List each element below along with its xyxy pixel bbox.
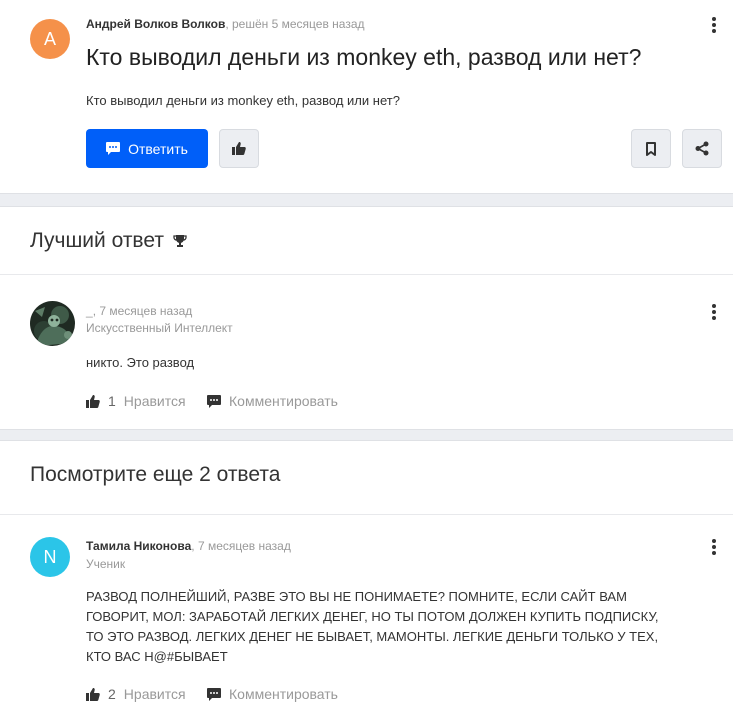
- answer-text-line: РАЗВОД ПОЛНЕЙШИЙ, РАЗВЕ ЭТО ВЫ НЕ ПОНИМА…: [86, 589, 627, 604]
- author-name[interactable]: Тамила Никонова: [86, 539, 191, 553]
- thumbs-up-icon: [232, 142, 246, 155]
- author-role: Ученик: [86, 557, 126, 571]
- question-text: Кто выводил деньги из monkey eth, развод…: [86, 93, 400, 108]
- author-role: Искусственный Интеллект: [86, 321, 233, 335]
- more-answers-heading: Посмотрите еще 2 ответа: [30, 463, 281, 486]
- reply-button[interactable]: Ответить: [86, 129, 208, 168]
- share-button[interactable]: [682, 129, 722, 168]
- answer-text-line: ТО ЭТО РАЗВОД. ЛЕГКИХ ДЕНЕГ НЕ БЫВАЕТ, М…: [86, 629, 659, 644]
- ai-avatar[interactable]: [30, 301, 75, 346]
- chat-icon: [106, 142, 121, 155]
- question-status: , решён 5 месяцев назад: [225, 17, 365, 31]
- comment-action[interactable]: Комментировать: [207, 393, 338, 409]
- share-icon: [695, 141, 709, 156]
- answer-text-line: ГОВОРИТ, МОЛ: ЗАРАБОТАЙ ЛЕГКИХ ДЕНЕГ, НО…: [86, 609, 659, 624]
- answer-text-line: КТО ВАС Н@#БЫВАЕТ: [86, 649, 228, 664]
- like-action[interactable]: 1 Нравится: [86, 393, 186, 409]
- avatar-letter: A: [43, 28, 56, 49]
- reply-label: Ответить: [128, 140, 188, 157]
- divider: [0, 274, 733, 275]
- like-action[interactable]: 2 Нравится: [86, 686, 186, 702]
- question-meta: Андрей Волков Волков, решён 5 месяцев на…: [86, 17, 365, 31]
- question-title: Кто выводил деньги из monkey eth, развод…: [86, 44, 642, 70]
- author-avatar[interactable]: N: [30, 537, 70, 577]
- author-name[interactable]: _: [86, 304, 93, 318]
- author-avatar[interactable]: A: [30, 19, 70, 59]
- like-question-button[interactable]: [219, 129, 259, 168]
- section-divider: [0, 193, 733, 207]
- answer-meta: Тамила Никонова, 7 месяцев назад: [86, 539, 291, 553]
- answer-more-menu-icon[interactable]: [702, 535, 726, 559]
- best-answer-title: Лучший ответ: [30, 229, 164, 252]
- answer-text: РАЗВОД ПОЛНЕЙШИЙ, РАЗВЕ ЭТО ВЫ НЕ ПОНИМА…: [86, 587, 726, 667]
- avatar-letter: N: [43, 546, 57, 567]
- ai-avatar-image: [30, 301, 75, 346]
- divider: [0, 514, 733, 515]
- bookmark-button[interactable]: [631, 129, 671, 168]
- like-count: 1: [108, 393, 116, 409]
- like-label: Нравится: [123, 686, 186, 702]
- thumbs-up-icon: [86, 687, 100, 701]
- best-answer-text: никто. Это развод: [86, 355, 195, 370]
- best-answer-meta: _, 7 месяцев назад: [86, 304, 192, 318]
- answer-time: , 7 месяцев назад: [92, 304, 193, 318]
- answer-time: , 7 месяцев назад: [191, 539, 291, 553]
- question-more-menu-icon[interactable]: [702, 13, 726, 37]
- comment-label: Комментировать: [229, 393, 338, 409]
- comment-action[interactable]: Комментировать: [207, 686, 338, 702]
- like-count: 2: [108, 686, 116, 702]
- comment-icon: [207, 394, 221, 408]
- section-divider: [0, 429, 733, 441]
- thumbs-up-icon: [86, 394, 100, 408]
- bookmark-icon: [646, 141, 656, 156]
- comment-label: Комментировать: [229, 686, 338, 702]
- comment-icon: [207, 687, 221, 701]
- like-label: Нравится: [123, 393, 186, 409]
- author-name[interactable]: Андрей Волков Волков: [86, 17, 225, 31]
- trophy-icon: [173, 235, 187, 247]
- best-answer-heading: Лучший ответ: [30, 229, 187, 253]
- best-answer-more-menu-icon[interactable]: [702, 300, 726, 324]
